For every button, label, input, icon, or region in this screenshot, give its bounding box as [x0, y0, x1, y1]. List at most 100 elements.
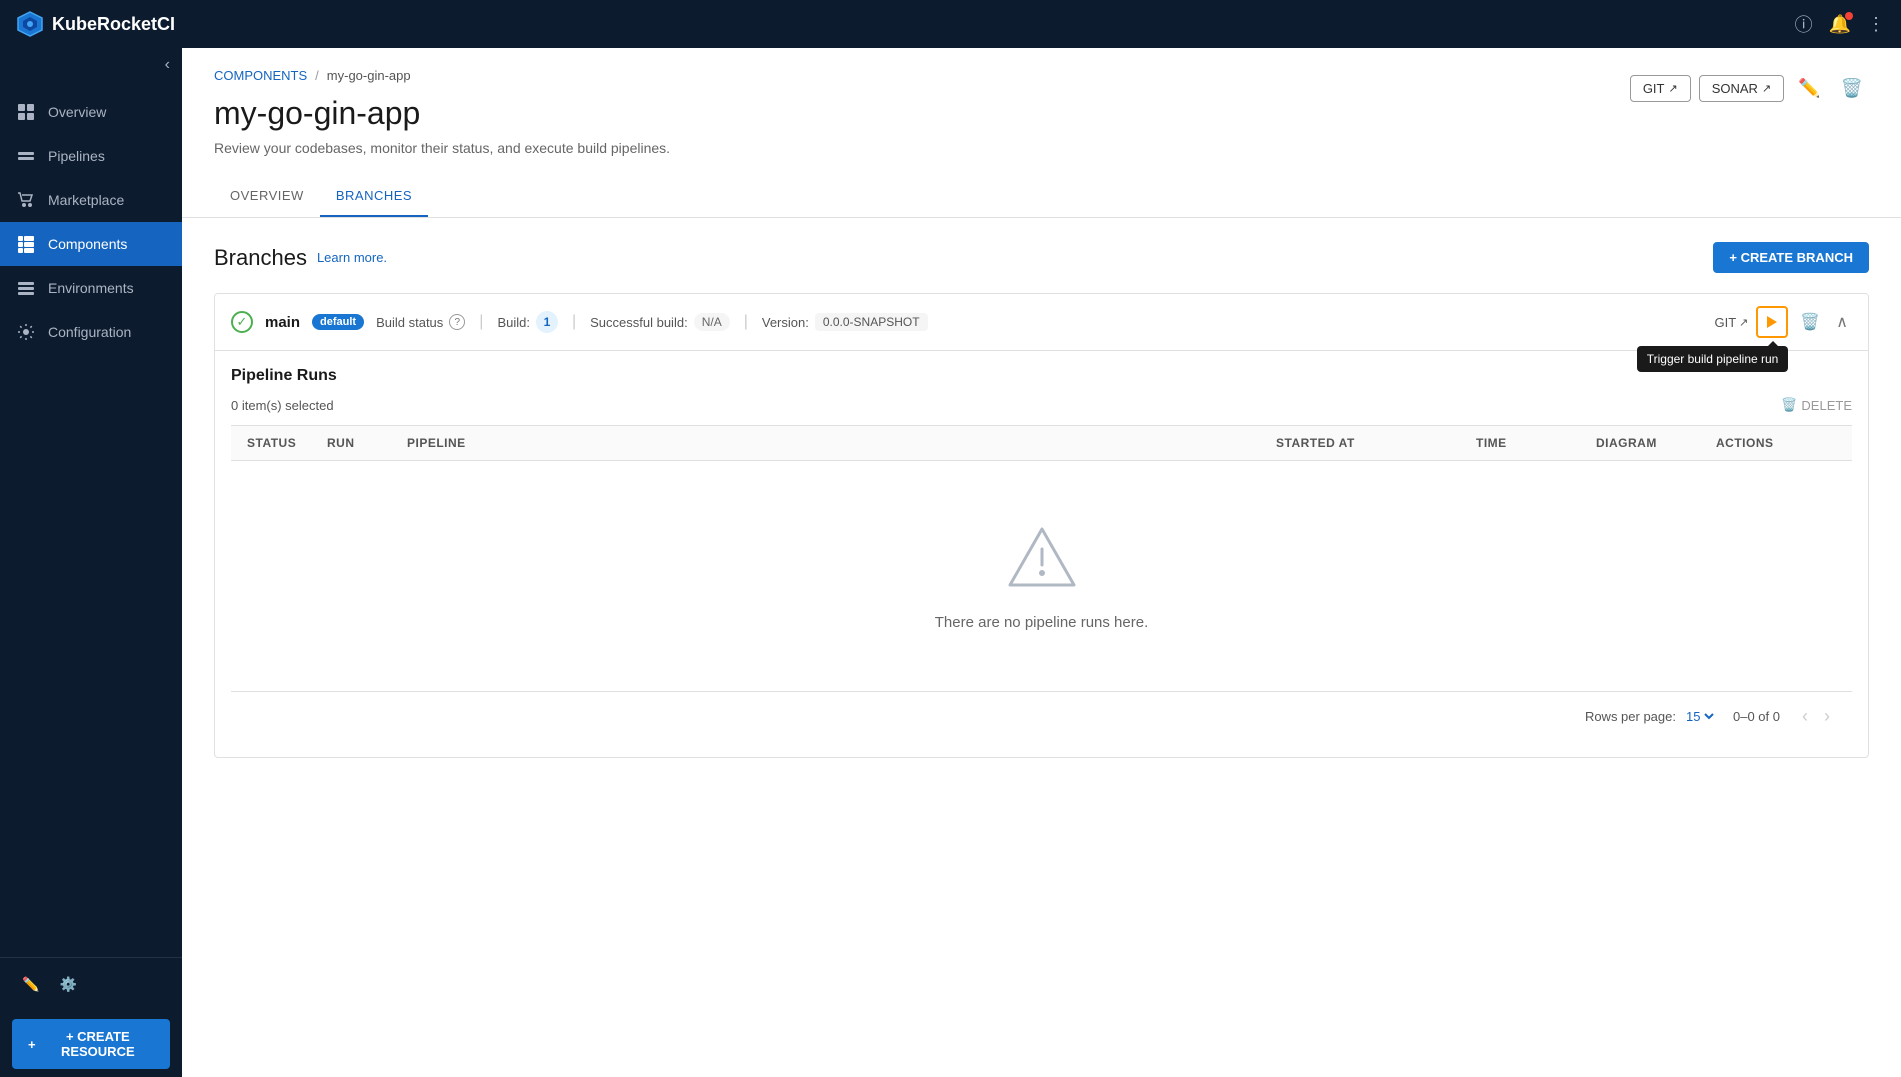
create-branch-button[interactable]: + CREATE BRANCH [1713, 242, 1869, 273]
sidebar-item-overview[interactable]: Overview [0, 90, 182, 134]
environments-icon [16, 278, 36, 298]
sonar-button[interactable]: SONAR ↗ [1699, 75, 1784, 102]
col-actions: Actions [1716, 436, 1836, 450]
components-icon [16, 234, 36, 254]
run-btn-wrapper: Trigger build pipeline run [1756, 306, 1788, 338]
delete-label: DELETE [1801, 398, 1852, 413]
pipeline-runs-title: Pipeline Runs [231, 367, 1852, 385]
branch-card: ✓ main default Build status ? | Build: 1… [214, 293, 1869, 758]
breadcrumb-link[interactable]: COMPONENTS [214, 68, 307, 83]
sidebar-collapse-button[interactable]: ‹ [0, 48, 182, 82]
app-logo: KubeRocketCI [16, 10, 1795, 38]
sidebar-item-configuration[interactable]: Configuration [0, 310, 182, 354]
pipeline-runs-table: Status Run Pipeline Started at Time Diag… [231, 425, 1852, 741]
col-status: Status [247, 436, 327, 450]
next-page-button[interactable]: › [1818, 704, 1836, 729]
pagination-nav: ‹ › [1796, 704, 1836, 729]
build-status-help-icon[interactable]: ? [449, 314, 465, 330]
sidebar-item-label-marketplace: Marketplace [48, 192, 124, 208]
delete-selected-button[interactable]: 🗑️ DELETE [1781, 397, 1852, 413]
marketplace-icon [16, 190, 36, 210]
branch-meta-build-status: Build status ? [376, 314, 465, 330]
sidebar-item-label-overview: Overview [48, 104, 106, 120]
branch-git-external-icon: ↗ [1739, 316, 1748, 329]
rows-per-page-select[interactable]: 15 25 50 [1682, 708, 1717, 725]
tab-branches[interactable]: BRANCHES [320, 176, 428, 217]
empty-state: There are no pipeline runs here. [231, 461, 1852, 691]
info-icon[interactable]: ⓘ [1795, 11, 1813, 37]
pipeline-runs-section: Pipeline Runs 0 item(s) selected 🗑️ DELE… [215, 351, 1868, 757]
topbar: KubeRocketCI ⓘ 🔔 ⋮ [0, 0, 1901, 48]
col-pipeline: Pipeline [407, 436, 1276, 450]
branch-git-link[interactable]: GIT ↗ [1714, 315, 1748, 330]
page-title-row: COMPONENTS / my-go-gin-app my-go-gin-app… [214, 68, 1869, 172]
sidebar-item-label-configuration: Configuration [48, 324, 131, 340]
sidebar: ‹ Overview Pipelines Marketplace [0, 48, 182, 1077]
sidebar-item-environments[interactable]: Environments [0, 266, 182, 310]
delete-branch-button[interactable]: 🗑️ [1796, 308, 1824, 336]
content-area: COMPONENTS / my-go-gin-app my-go-gin-app… [182, 48, 1901, 1077]
gear-bottom-icon[interactable]: ⚙️ [53, 970, 82, 999]
main-layout: ‹ Overview Pipelines Marketplace [0, 48, 1901, 1077]
page-subtitle: Review your codebases, monitor their sta… [214, 140, 670, 156]
sidebar-item-label-environments: Environments [48, 280, 134, 296]
pipeline-runs-toolbar: 0 item(s) selected 🗑️ DELETE [231, 397, 1852, 413]
git-button[interactable]: GIT ↗ [1630, 75, 1691, 102]
col-time: Time [1476, 436, 1596, 450]
delete-button[interactable]: 🗑️ [1835, 72, 1869, 105]
create-resource-button[interactable]: + + CREATE RESOURCE [12, 1019, 170, 1069]
branch-header-actions: GIT ↗ Trigger build pipeline run 🗑️ ∧ [1714, 306, 1852, 338]
branch-meta-build: Build: 1 [497, 311, 558, 333]
col-run: Run [327, 436, 407, 450]
sonar-label: SONAR [1712, 81, 1758, 96]
items-selected-count: 0 item(s) selected [231, 398, 334, 413]
pipelines-icon [16, 146, 36, 166]
col-started-at: Started at [1276, 436, 1476, 450]
edit-settings-icon[interactable]: ✏️ [16, 970, 45, 999]
branch-meta-successful-build: Successful build: N/A [590, 313, 730, 331]
git-label: GIT [1643, 81, 1665, 96]
content-body: Branches Learn more. + CREATE BRANCH ✓ m… [182, 218, 1901, 1077]
logo-icon [16, 10, 44, 38]
plus-icon: + [28, 1037, 36, 1052]
learn-more-link[interactable]: Learn more. [317, 250, 387, 265]
sidebar-item-marketplace[interactable]: Marketplace [0, 178, 182, 222]
pagination-range: 0–0 of 0 [1733, 709, 1780, 724]
sidebar-nav: Overview Pipelines Marketplace Component… [0, 82, 182, 957]
breadcrumb-current: my-go-gin-app [327, 68, 411, 83]
branch-meta-version: Version: 0.0.0-SNAPSHOT [762, 313, 928, 331]
table-header: Status Run Pipeline Started at Time Diag… [231, 426, 1852, 461]
build-count: 1 [536, 311, 558, 333]
breadcrumb: COMPONENTS / my-go-gin-app [214, 68, 670, 83]
tab-overview[interactable]: OVERVIEW [214, 176, 320, 217]
configuration-icon [16, 322, 36, 342]
sidebar-bottom: ✏️ ⚙️ [0, 957, 182, 1011]
collapse-branch-button[interactable]: ∧ [1832, 308, 1852, 336]
default-badge: default [312, 314, 364, 330]
notifications-icon[interactable]: 🔔 [1829, 14, 1851, 35]
successful-build-value: N/A [694, 313, 730, 331]
overview-icon [16, 102, 36, 122]
branch-status-icon: ✓ [231, 311, 253, 333]
branch-header: ✓ main default Build status ? | Build: 1… [215, 294, 1868, 351]
create-branch-label: + CREATE BRANCH [1729, 250, 1853, 265]
branches-title: Branches [214, 245, 307, 271]
breadcrumb-separator: / [315, 68, 319, 83]
topbar-actions: ⓘ 🔔 ⋮ [1795, 11, 1885, 37]
external-link-icon: ↗ [1668, 82, 1677, 95]
menu-icon[interactable]: ⋮ [1867, 14, 1885, 35]
sonar-external-link-icon: ↗ [1762, 82, 1771, 95]
empty-state-icon [1002, 521, 1082, 598]
branches-section-header: Branches Learn more. + CREATE BRANCH [214, 242, 1869, 273]
header-actions: GIT ↗ SONAR ↗ ✏️ 🗑️ [1630, 68, 1869, 105]
edit-button[interactable]: ✏️ [1792, 72, 1826, 105]
sidebar-item-label-pipelines: Pipelines [48, 148, 105, 164]
version-value: 0.0.0-SNAPSHOT [815, 313, 928, 331]
sidebar-item-pipelines[interactable]: Pipelines [0, 134, 182, 178]
trigger-pipeline-button[interactable] [1756, 306, 1788, 338]
sidebar-item-components[interactable]: Components [0, 222, 182, 266]
rows-per-page-control: Rows per page: 15 25 50 [1585, 708, 1717, 725]
page-title: my-go-gin-app [214, 95, 670, 132]
prev-page-button[interactable]: ‹ [1796, 704, 1814, 729]
empty-state-text: There are no pipeline runs here. [935, 614, 1148, 631]
